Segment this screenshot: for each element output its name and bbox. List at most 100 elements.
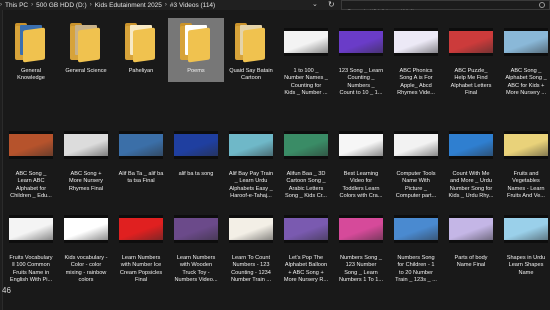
video-item[interactable]: Numbers Song for Children - 1 to 20 Numb…	[388, 205, 444, 301]
item-label: Best Learning Video for Toddlers Learn C…	[339, 171, 383, 200]
history-dropdown-icon[interactable]: ⌄	[312, 0, 318, 10]
item-label: Alif Bay Pay Train _ Learn Urdu Alphabet…	[228, 171, 274, 200]
video-thumbnail-icon	[504, 28, 548, 56]
video-thumbnail-icon	[339, 131, 383, 159]
search-icon	[539, 2, 545, 8]
video-thumbnail-icon	[339, 215, 383, 243]
video-item[interactable]: 1 to 100 _ Number Names _ Counting for K…	[278, 18, 334, 114]
video-item[interactable]: Computer Tools Name With Picture _ Compu…	[388, 121, 444, 217]
video-thumbnail-icon	[229, 215, 273, 243]
video-item[interactable]: ABC Phonics Song A is For Apple_ Abcd Rh…	[388, 18, 444, 114]
video-item[interactable]: ABC Song + More Nursery Rhymes Final	[58, 121, 114, 217]
item-label: Fruits Vocabulary ll 100 Common Fruits N…	[9, 255, 53, 284]
video-item[interactable]: Let's Pop The Alphabet Balloon + ABC Son…	[278, 205, 334, 301]
status-item-count: 46	[2, 286, 11, 295]
item-label: alif ba ta song	[178, 171, 214, 177]
breadcrumb-current[interactable]: #3 Videos (114)	[170, 2, 215, 9]
item-label: Learn Numbers with Wooden Truck Toy - Nu…	[174, 255, 218, 284]
item-label: ABC Song + More Nursery Rhymes Final	[68, 171, 104, 192]
video-thumbnail-icon	[394, 131, 438, 159]
item-label: General Science	[65, 68, 107, 74]
folder-item[interactable]: Poems	[168, 18, 224, 82]
folder-icon	[9, 20, 53, 64]
video-item[interactable]: Numbers Song _ 123 Number Song _ Learn N…	[333, 205, 389, 301]
chevron-right-icon: ›	[31, 2, 34, 8]
video-thumbnail-icon	[64, 215, 108, 243]
item-label: Paheliyan	[128, 68, 154, 74]
search-input[interactable]	[342, 8, 512, 10]
video-item[interactable]: Alif Bay Pay Train _ Learn Urdu Alphabet…	[223, 121, 279, 217]
chevron-right-icon: ›	[0, 2, 2, 8]
video-item[interactable]: ABC Song _ Learn ABC Alphabet for Childr…	[3, 121, 59, 217]
video-item[interactable]: Parts of body Name Final	[443, 205, 499, 301]
video-item[interactable]: Learn To Count Numbers - 123 Counting - …	[223, 205, 279, 301]
video-item[interactable]: Learn Numbers with Number Ice Cream Pops…	[113, 205, 169, 301]
video-thumbnail-icon	[394, 215, 438, 243]
video-item[interactable]: ABC Song _ Alphabet Song _ ABC for Kids …	[498, 18, 550, 114]
item-label: Learn To Count Numbers - 123 Counting - …	[230, 255, 272, 284]
folder-icon	[229, 20, 273, 64]
video-item[interactable]: Alif Ba Ta _ alif ba ta tsa Final	[113, 121, 169, 217]
video-thumbnail-icon	[174, 131, 218, 159]
refresh-icon[interactable]: ↻	[328, 0, 335, 10]
folder-item[interactable]: General Knowledge	[3, 18, 59, 114]
video-thumbnail-icon	[284, 28, 328, 56]
item-label: Learn Numbers with Number Ice Cream Pops…	[119, 255, 163, 284]
item-label: Numbers Song _ 123 Number Song _ Learn N…	[338, 255, 384, 284]
breadcrumb-drive[interactable]: 500 GB HDD (D:)	[36, 2, 87, 9]
item-label: ABC Phonics Song A is For Apple_ Abcd Rh…	[397, 68, 435, 97]
chevron-right-icon: ›	[164, 2, 167, 8]
breadcrumb-this-pc[interactable]: This PC	[5, 2, 28, 9]
item-label: Fruits and Vegetables Names - Learn Frui…	[507, 171, 545, 200]
item-label: Kids vocabulary - Color - color mixing -…	[64, 255, 108, 284]
video-item[interactable]: 123 Song _ Learn Counting _ Numbers _ Co…	[333, 18, 389, 114]
video-thumbnail-icon	[394, 28, 438, 56]
folder-item[interactable]: Quaid Say Batain Cartoon	[223, 18, 279, 114]
folder-icon	[174, 20, 218, 64]
item-label: Poems	[187, 68, 205, 74]
item-label: General Knowledge	[17, 68, 45, 82]
video-item[interactable]: Learn Numbers with Wooden Truck Toy - Nu…	[168, 205, 224, 301]
item-label: ABC Song _ Alphabet Song _ ABC for Kids …	[505, 68, 547, 97]
breadcrumb: › This PC › 500 GB HDD (D:) › Kids Eduta…	[0, 0, 215, 10]
video-thumbnail-icon	[449, 215, 493, 243]
video-thumbnail-icon	[339, 28, 383, 56]
item-label: Let's Pop The Alphabet Balloon + ABC Son…	[283, 255, 329, 284]
video-thumbnail-icon	[449, 28, 493, 56]
video-item[interactable]: Shapes in Urdu Learn Shapes Name	[498, 205, 550, 301]
video-thumbnail-icon	[504, 215, 548, 243]
video-thumbnail-icon	[284, 131, 328, 159]
address-bar: › This PC › 500 GB HDD (D:) › Kids Eduta…	[0, 0, 550, 10]
video-item[interactable]: Best Learning Video for Toddlers Learn C…	[333, 121, 389, 217]
video-thumbnail-icon	[119, 215, 163, 243]
folder-item[interactable]: General Science	[58, 18, 114, 114]
item-label: Computer Tools Name With Picture _ Compu…	[395, 171, 437, 200]
item-label: Alifun Baa _ 3D Cartoon Song _ Arabic Le…	[285, 171, 327, 200]
video-thumbnail-icon	[9, 131, 53, 159]
search-box[interactable]	[341, 0, 550, 10]
item-label: Parts of body Name Final	[454, 255, 488, 269]
item-label: ABC Puzzle_ Help Me Find Alphabet Letter…	[450, 68, 492, 97]
item-label: 123 Song _ Learn Counting _ Numbers _ Co…	[338, 68, 384, 97]
video-item[interactable]: ABC Puzzle_ Help Me Find Alphabet Letter…	[443, 18, 499, 114]
video-thumbnail-icon	[174, 215, 218, 243]
item-label: Alif Ba Ta _ alif ba ta tsa Final	[118, 171, 164, 185]
folder-item[interactable]: Paheliyan	[113, 18, 169, 114]
item-label: Numbers Song for Children - 1 to 20 Numb…	[395, 255, 437, 284]
item-label: Quaid Say Batain Cartoon	[229, 68, 273, 82]
video-thumbnail-icon	[64, 131, 108, 159]
video-item[interactable]: Fruits Vocabulary ll 100 Common Fruits N…	[3, 205, 59, 301]
video-item[interactable]: Count With Me and More _ Urdu Number Son…	[443, 121, 499, 217]
item-label: Shapes in Urdu Learn Shapes Name	[506, 255, 546, 276]
video-item[interactable]: Kids vocabulary - Color - color mixing -…	[58, 205, 114, 301]
video-item[interactable]: Alifun Baa _ 3D Cartoon Song _ Arabic Le…	[278, 121, 334, 217]
video-thumbnail-icon	[504, 131, 548, 159]
breadcrumb-folder[interactable]: Kids Edutainment 2025	[95, 2, 162, 9]
chevron-right-icon: ›	[89, 2, 92, 8]
video-thumbnail-icon	[284, 215, 328, 243]
video-thumbnail-icon	[449, 131, 493, 159]
folder-icon	[64, 20, 108, 64]
item-label: Count With Me and More _ Urdu Number Son…	[448, 171, 494, 200]
video-item[interactable]: alif ba ta song	[168, 121, 224, 217]
video-item[interactable]: Fruits and Vegetables Names - Learn Frui…	[498, 121, 550, 217]
